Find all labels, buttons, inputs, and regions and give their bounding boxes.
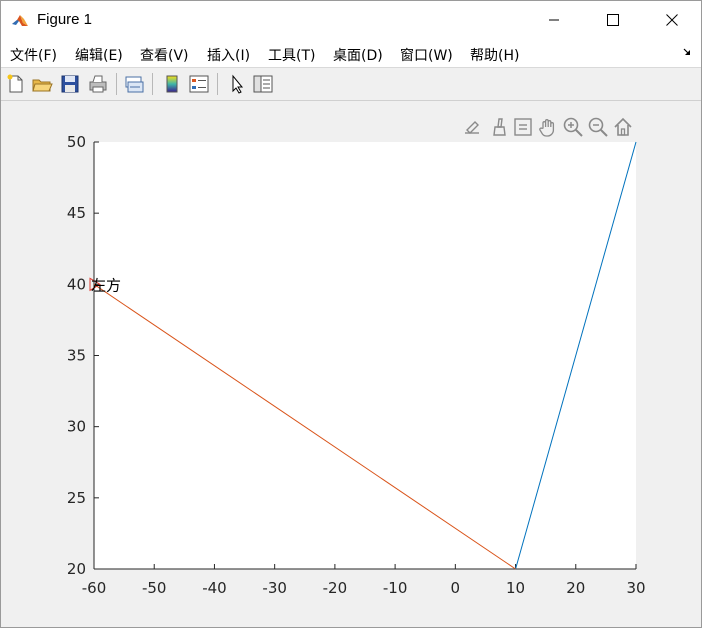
menu-desktop[interactable]: 桌面(D) — [333, 45, 383, 65]
export-icon[interactable] — [461, 116, 483, 138]
menu-bar: 文件(F) 编辑(E) 查看(V) 插入(I) 工具(T) 桌面(D) 窗口(W… — [1, 39, 701, 68]
brush-icon[interactable] — [487, 116, 509, 138]
zoom-in-icon[interactable] — [562, 116, 584, 138]
save-icon[interactable] — [59, 73, 81, 95]
new-figure-icon[interactable] — [5, 73, 27, 95]
menu-tools[interactable]: 工具(T) — [268, 45, 315, 65]
insert-legend-icon[interactable] — [188, 73, 210, 95]
print-icon[interactable] — [87, 73, 109, 95]
maximize-icon — [607, 14, 619, 26]
figure-window: Figure 1 文件(F) 编辑(E) 查看(V) 插入(I) 工具(T) 桌… — [0, 0, 702, 628]
property-inspector-icon[interactable] — [252, 73, 274, 95]
menu-file[interactable]: 文件(F) — [10, 45, 57, 65]
figure-toolbar — [1, 68, 701, 101]
pan-icon[interactable] — [537, 116, 559, 138]
toolbar-separator — [217, 73, 218, 95]
toolbar-separator — [116, 73, 117, 95]
maximize-button[interactable] — [590, 1, 636, 39]
close-icon — [666, 14, 678, 26]
menu-help[interactable]: 帮助(H) — [470, 45, 519, 65]
open-file-icon[interactable] — [31, 73, 53, 95]
minimize-button[interactable] — [531, 1, 577, 39]
zoom-out-icon[interactable] — [587, 116, 609, 138]
menu-window[interactable]: 窗口(W) — [400, 45, 453, 65]
data-tips-icon[interactable] — [512, 116, 534, 138]
toolbar-separator — [152, 73, 153, 95]
link-plot-icon[interactable] — [123, 73, 145, 95]
dock-arrow-icon[interactable] — [683, 47, 693, 57]
window-title: Figure 1 — [37, 11, 93, 28]
insert-colorbar-icon[interactable] — [161, 73, 183, 95]
matlab-logo-icon — [11, 11, 29, 29]
edit-plot-pointer-icon[interactable] — [226, 73, 248, 95]
home-icon[interactable] — [612, 116, 634, 138]
menu-edit[interactable]: 编辑(E) — [75, 45, 123, 65]
menu-insert[interactable]: 插入(I) — [207, 45, 250, 65]
figure-canvas-area — [1, 101, 701, 627]
close-button[interactable] — [649, 1, 695, 39]
title-bar[interactable]: Figure 1 — [1, 1, 701, 39]
axes-toolbar — [461, 116, 637, 140]
minimize-icon — [549, 19, 559, 21]
menu-view[interactable]: 查看(V) — [140, 45, 189, 65]
